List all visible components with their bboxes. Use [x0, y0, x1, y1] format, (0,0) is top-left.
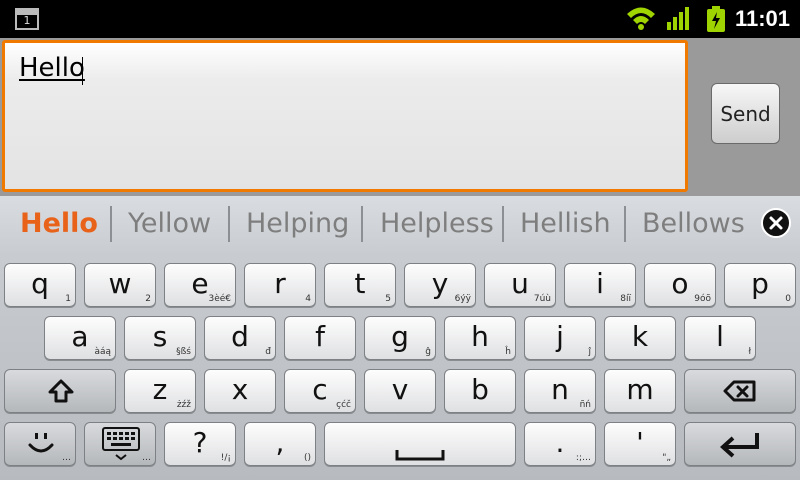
backspace-icon: [723, 380, 757, 402]
key-u[interactable]: u 7úù: [484, 263, 556, 307]
key-x[interactable]: x: [204, 369, 276, 413]
key-f[interactable]: f: [284, 316, 356, 360]
key-r[interactable]: r4: [244, 263, 316, 307]
keyboard-settings-key[interactable]: …: [84, 422, 156, 466]
enter-arrow-icon: [719, 431, 761, 459]
space-key[interactable]: [324, 422, 516, 466]
key-period[interactable]: .:;…: [524, 422, 596, 466]
message-input[interactable]: Hello: [2, 40, 688, 192]
key-o[interactable]: o 9óõ: [644, 263, 716, 307]
key-j[interactable]: jĵ: [524, 316, 596, 360]
key-e[interactable]: e 3èé€: [164, 263, 236, 307]
smiley-icon: [27, 429, 55, 459]
battery-charging-icon: [705, 5, 727, 33]
enter-key[interactable]: [684, 422, 796, 466]
key-y[interactable]: y 6ýÿ: [404, 263, 476, 307]
close-circle-icon[interactable]: [761, 208, 791, 238]
backspace-key[interactable]: [684, 369, 796, 413]
key-b[interactable]: b: [444, 369, 516, 413]
key-comma[interactable]: ,(): [244, 422, 316, 466]
message-text: Hello: [19, 53, 85, 83]
key-k[interactable]: k: [604, 316, 676, 360]
suggestion-item[interactable]: Hellish: [520, 208, 611, 239]
key-c[interactable]: c çćč: [284, 369, 356, 413]
status-bar: 1 11:01: [0, 0, 800, 38]
send-button[interactable]: Send: [711, 83, 780, 144]
key-l[interactable]: lł: [684, 316, 756, 360]
key-p[interactable]: p0: [724, 263, 796, 307]
key-h[interactable]: hĥ: [444, 316, 516, 360]
key-apostrophe[interactable]: ' "„: [604, 422, 676, 466]
key-z[interactable]: z żźž: [124, 369, 196, 413]
wifi-icon: [625, 5, 657, 31]
emoji-key[interactable]: …: [4, 422, 76, 466]
keyboard-settings-icon: [101, 426, 141, 462]
text-cursor: [82, 57, 83, 85]
suggestion-item[interactable]: Yellow: [128, 208, 211, 239]
suggestion-bar: Hello Yellow Helping Helpless Hellish Be…: [0, 196, 800, 256]
suggestion-item[interactable]: Helping: [246, 208, 349, 239]
suggestion-item[interactable]: Helpless: [380, 208, 494, 239]
space-bar-icon: [395, 449, 445, 461]
key-s[interactable]: s §ßś: [124, 316, 196, 360]
key-i[interactable]: i 8íï: [564, 263, 636, 307]
key-w[interactable]: w2: [84, 263, 156, 307]
key-v[interactable]: v: [364, 369, 436, 413]
notification-icon[interactable]: 1: [15, 8, 39, 30]
notification-count: 1: [23, 14, 31, 27]
key-question[interactable]: ? !/¡: [164, 422, 236, 466]
key-g[interactable]: gĝ: [364, 316, 436, 360]
status-clock: 11:01: [734, 6, 790, 31]
key-m[interactable]: m: [604, 369, 676, 413]
suggestion-item[interactable]: Bellows: [642, 208, 745, 239]
shift-arrow-icon: [47, 378, 75, 404]
key-t[interactable]: t5: [324, 263, 396, 307]
suggestion-item[interactable]: Hello: [20, 208, 98, 239]
key-n[interactable]: n ñń: [524, 369, 596, 413]
shift-key[interactable]: [4, 369, 116, 413]
key-a[interactable]: a àáą: [44, 316, 116, 360]
key-d[interactable]: dđ: [204, 316, 276, 360]
signal-icon: [666, 5, 692, 31]
key-q[interactable]: q1: [4, 263, 76, 307]
